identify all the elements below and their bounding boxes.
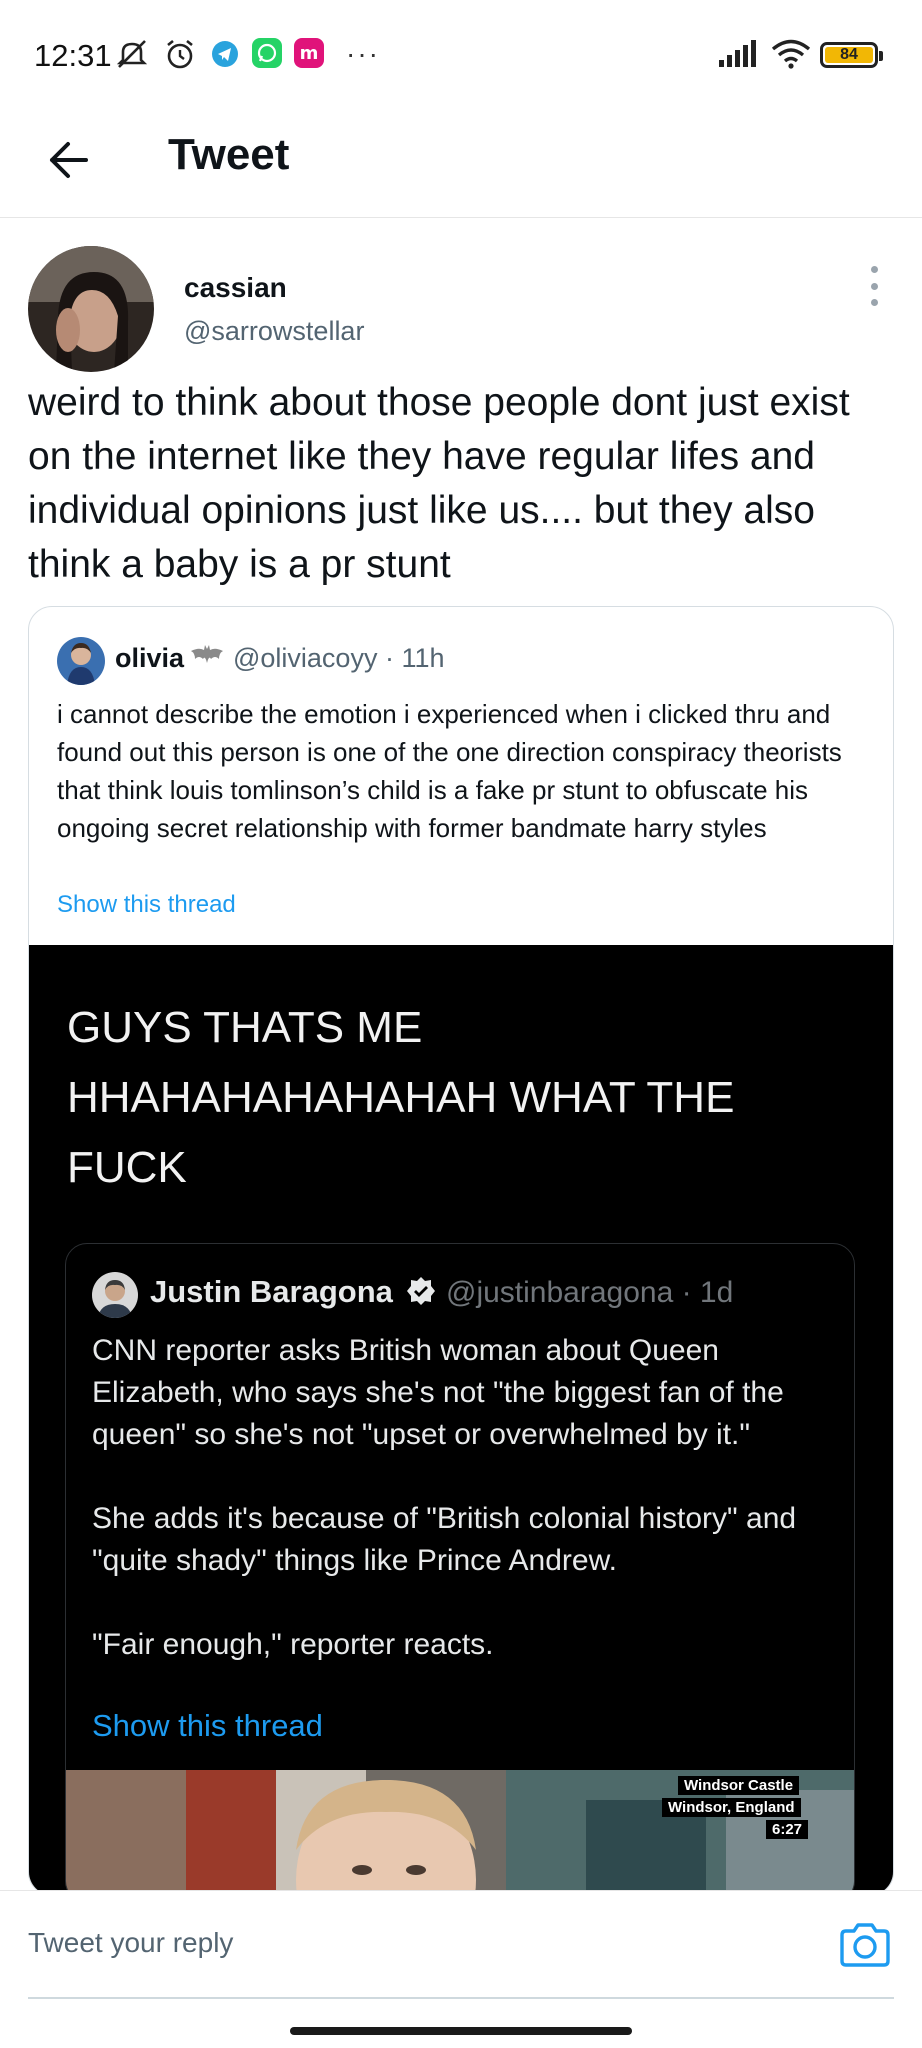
author-handle[interactable]: @sarrowstellar	[184, 316, 364, 347]
signal-icon	[716, 38, 758, 70]
embedded-show-thread-link: Show this thread	[92, 1708, 323, 1743]
show-thread-link[interactable]: Show this thread	[57, 891, 236, 919]
reply-bar: Tweet your reply	[0, 1890, 922, 2048]
video-timestamp: 6:27	[766, 1820, 809, 1839]
video-location-title: Windsor Castle	[678, 1776, 800, 1795]
camera-icon[interactable]	[838, 1921, 892, 1969]
reply-input[interactable]: Tweet your reply	[28, 1927, 818, 1959]
verified-badge-icon	[406, 1276, 436, 1306]
battery-level: 84	[825, 46, 873, 63]
quoted-tweet-text: i cannot describe the emotion i experien…	[57, 699, 842, 843]
embedded-tweet-text: CNN reporter asks British woman about Qu…	[92, 1334, 797, 1661]
media-caption-text: GUYS THATS ME HHAHAHAHAHAHAH WHAT THE FU…	[67, 1003, 735, 1192]
embedded-author-avatar	[92, 1272, 138, 1318]
status-time: 12:31	[34, 38, 112, 73]
quoted-author-handle: @oliviacoyy · 11h	[233, 643, 445, 673]
video-thumbnail: Windsor Castle Windsor, England 6:27	[66, 1770, 854, 1895]
quoted-author-display-name: olivia	[115, 643, 185, 673]
embedded-author-handle: @justinbaragona · 1d	[446, 1276, 734, 1309]
bat-emoji-icon	[189, 643, 225, 672]
quoted-tweet-card[interactable]: olivia @oliviacoyy · 11h i cannot descri…	[28, 606, 894, 1896]
more-notifications-icon: ···	[346, 38, 380, 69]
wifi-icon	[770, 38, 812, 70]
reply-divider	[28, 1997, 894, 1999]
page-title: Tweet	[168, 130, 290, 179]
author-display-name[interactable]: cassian	[184, 272, 287, 304]
alarm-icon	[162, 38, 198, 70]
quoted-tweet-media[interactable]: GUYS THATS ME HHAHAHAHAHAHAH WHAT THE FU…	[29, 945, 893, 1895]
top-app-bar: Tweet	[0, 110, 922, 218]
more-options-icon[interactable]	[862, 266, 886, 306]
quoted-author-avatar	[57, 637, 105, 685]
whatsapp-icon	[252, 38, 282, 68]
notifications-muted-icon	[114, 38, 150, 70]
author-avatar[interactable]	[28, 246, 154, 372]
messenger-icon: m	[294, 38, 324, 68]
status-bar: 12:31 m ··· 84	[0, 0, 922, 110]
telegram-icon	[210, 38, 240, 70]
battery-icon: 84	[820, 42, 883, 68]
embedded-tweet-card: Justin Baragona @justinbaragona · 1d CNN…	[65, 1243, 855, 1895]
embedded-author-display-name: Justin Baragona	[150, 1274, 393, 1309]
tweet-text: weird to think about those people dont j…	[28, 381, 850, 586]
video-location-subtitle: Windsor, England	[662, 1798, 801, 1817]
back-arrow-icon[interactable]	[40, 132, 96, 188]
home-indicator[interactable]	[290, 2027, 632, 2035]
